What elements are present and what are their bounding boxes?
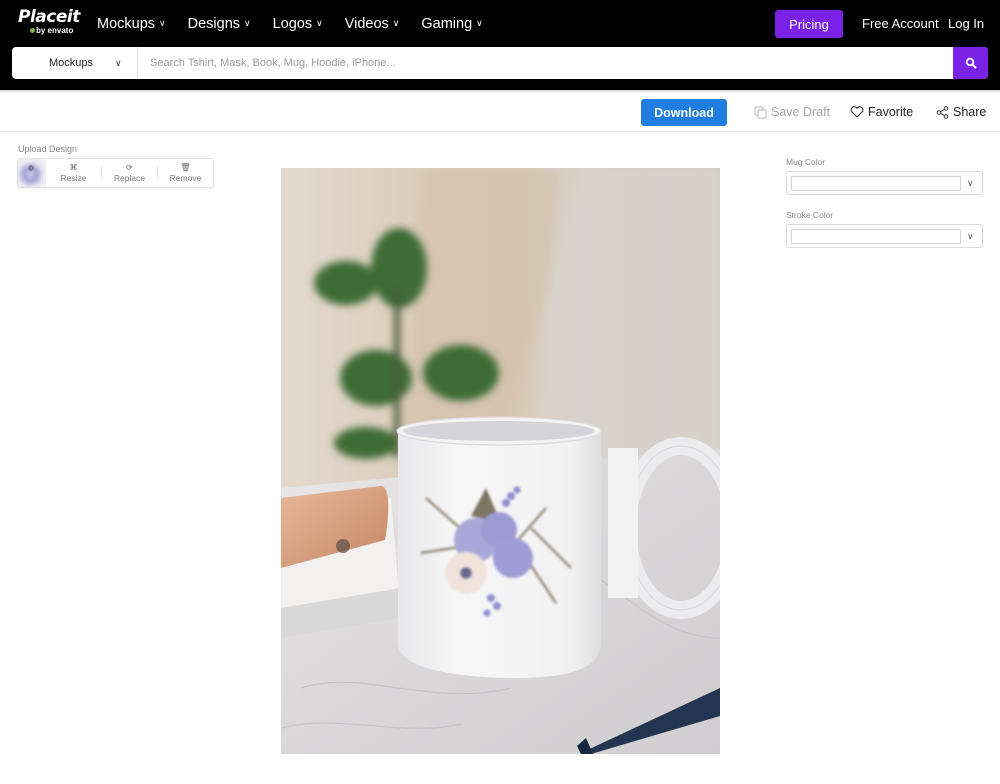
mockup-preview <box>281 168 720 754</box>
nav-item-designs[interactable]: Designs ∨ <box>188 13 251 35</box>
nav-label: Gaming <box>421 16 473 32</box>
chevron-down-icon: ∨ <box>967 230 974 241</box>
nav-label: Mockups <box>97 16 156 32</box>
remove-button[interactable]: 🗑︎ Remove <box>158 159 213 187</box>
editor-toolbar: Download Save Draft Favorite Share <box>0 90 1000 132</box>
nav-item-gaming[interactable]: Gaming ∨ <box>421 13 482 35</box>
chevron-down-icon: ∨ <box>392 18 400 28</box>
pricing-button[interactable]: Pricing <box>775 10 843 38</box>
chevron-down-icon: ∨ <box>967 177 974 188</box>
replace-icon: ⟳ <box>126 162 133 172</box>
resize-button[interactable]: ⌘ Resize <box>46 159 101 187</box>
save-draft-label: Save Draft <box>771 105 831 119</box>
nav-item-logos[interactable]: Logos ∨ <box>273 13 323 35</box>
stroke-color-swatch <box>791 228 961 244</box>
free-account-link[interactable]: Free Account <box>862 16 939 31</box>
main-nav: Mockups ∨ Designs ∨ Logos ∨ Videos ∨ Gaming ∨ <box>97 13 505 35</box>
chevron-down-icon: ∨ <box>159 18 166 28</box>
nav-label: Logos <box>272 16 313 32</box>
chevron-down-icon: ∨ <box>244 18 251 28</box>
chevron-down-icon: ∨ <box>115 57 122 68</box>
resize-icon: ⌘ <box>69 162 78 172</box>
copy-icon <box>754 106 767 118</box>
search-button[interactable] <box>953 47 988 79</box>
nav-item-mockups[interactable]: Mockups ∨ <box>97 13 166 35</box>
heart-icon <box>850 106 864 118</box>
nav-item-videos[interactable]: Videos ∨ <box>345 13 400 35</box>
upload-design-label: Upload Design <box>18 144 78 154</box>
search-category-dropdown[interactable]: Mockups ∨ <box>12 47 138 79</box>
logo-wordmark: Placeit <box>18 7 80 27</box>
login-link[interactable]: Log In <box>948 16 984 31</box>
nav-label: Videos <box>344 16 389 32</box>
download-button[interactable]: Download <box>641 99 727 126</box>
share-icon <box>936 105 949 119</box>
mug-color-swatch <box>791 175 961 191</box>
favorite-label: Favorite <box>868 105 914 119</box>
placeit-logo[interactable]: Placeit by envato <box>18 7 80 40</box>
resize-label: Resize <box>60 172 87 183</box>
envato-leaf-icon <box>30 28 35 34</box>
top-navigation-bar: Placeit by envato Mockups ∨ Designs ∨ Logo… <box>0 0 1000 90</box>
mug-color-label: Mug Color <box>786 157 826 167</box>
chevron-down-icon: ∨ <box>316 18 323 28</box>
mug-color-select[interactable]: ∨ <box>786 171 983 195</box>
save-draft-button[interactable]: Save Draft <box>754 105 830 119</box>
search-bar: Mockups ∨ <box>12 47 988 79</box>
design-thumbnail[interactable] <box>18 159 46 187</box>
share-button[interactable]: Share <box>936 105 986 119</box>
trash-icon: 🗑︎ <box>180 162 191 172</box>
search-icon <box>965 57 976 69</box>
chevron-down-icon: ∨ <box>476 18 483 28</box>
upload-design-panel: ⌘ Resize ⟳ Replace 🗑︎ Remove <box>17 158 214 188</box>
nav-label: Designs <box>187 16 241 32</box>
search-input[interactable] <box>138 47 953 79</box>
stroke-color-label: Stroke Color <box>786 210 834 220</box>
favorite-button[interactable]: Favorite <box>850 105 913 119</box>
replace-button[interactable]: ⟳ Replace <box>102 159 157 187</box>
mug-scene-image <box>281 168 720 754</box>
logo-byline: by envato <box>30 26 78 36</box>
stroke-color-select[interactable]: ∨ <box>786 224 983 248</box>
remove-label: Remove <box>169 172 202 183</box>
share-label: Share <box>953 105 987 119</box>
search-category-label: Mockups <box>49 57 94 69</box>
replace-label: Replace <box>113 172 146 183</box>
logo-byline-text: by envato <box>36 26 74 35</box>
